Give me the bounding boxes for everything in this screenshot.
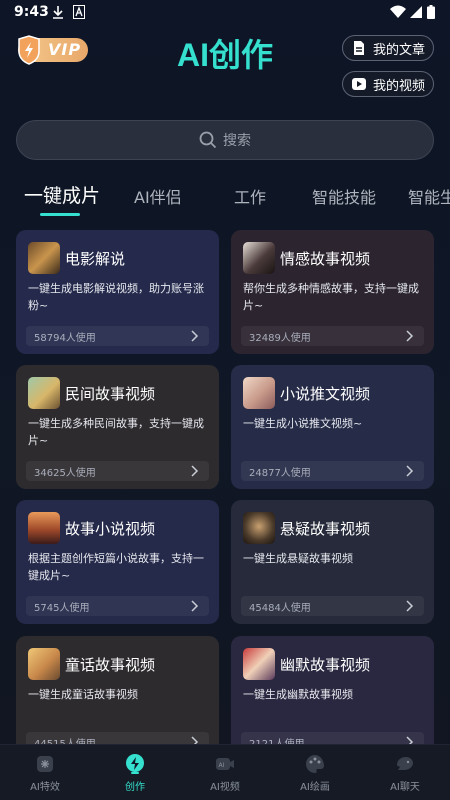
nav-label: AI聊天 <box>390 782 420 793</box>
magic-icon <box>37 756 53 772</box>
card-description: 根据主题创作短篇小说故事，支持一键成片~ <box>28 552 204 582</box>
card-title: 电影解说 <box>65 250 126 268</box>
card-description: 一键生成悬疑故事视频 <box>243 552 353 565</box>
card-humor-story[interactable]: 幽默故事视频 一键生成幽默故事视频 2121人使用 <box>231 636 434 760</box>
usage-count: 45484人使用 <box>249 603 311 614</box>
font-icon <box>73 5 85 19</box>
card-usage: 45484人使用 <box>241 596 424 616</box>
category-tabs: 一键成片 AI伴侣 工作 智能技能 智能生 <box>0 181 450 216</box>
search-placeholder: 搜索 <box>223 133 251 149</box>
card-suspense-story[interactable]: 悬疑故事视频 一键生成悬疑故事视频 45484人使用 <box>231 500 434 624</box>
my-videos-label: 我的视频 <box>373 78 426 94</box>
chat-bird-icon <box>397 757 413 770</box>
card-short-novel[interactable]: 故事小说视频 根据主题创作短篇小说故事，支持一键成片~ 5745人使用 <box>16 500 219 624</box>
screen: 9:43 VIP AI创作 我的文章 我的视频 搜索 一键成片 AI伴侣 工作 … <box>0 0 450 800</box>
usage-count: 34625人使用 <box>34 468 96 479</box>
chevron-right-icon <box>191 600 199 612</box>
status-bar: 9:43 <box>0 0 450 24</box>
palette-icon <box>306 755 324 773</box>
card-title: 民间故事视频 <box>65 385 156 403</box>
nav-ai-paint[interactable]: AI绘画 <box>270 753 360 793</box>
card-thumbnail <box>28 512 60 544</box>
tab-one-click[interactable]: 一键成片 <box>24 181 100 208</box>
nav-ai-chat[interactable]: AI聊天 <box>360 753 450 793</box>
document-icon <box>354 41 364 55</box>
tab-ai-companion[interactable]: AI伴侣 <box>134 184 182 208</box>
battery-icon <box>427 5 435 19</box>
usage-count: 24877人使用 <box>249 468 311 479</box>
card-title: 悬疑故事视频 <box>280 520 371 538</box>
card-usage: 58794人使用 <box>26 326 209 346</box>
nav-label: AI特效 <box>30 782 60 793</box>
card-thumbnail <box>243 242 275 274</box>
card-movie-commentary[interactable]: 电影解说 一键生成电影解说视频，助力账号涨粉~ 58794人使用 <box>16 230 219 354</box>
usage-count: 5745人使用 <box>34 603 90 614</box>
card-title: 情感故事视频 <box>280 250 371 268</box>
chevron-right-icon <box>406 330 414 342</box>
search-icon <box>199 131 217 149</box>
card-usage: 32489人使用 <box>241 326 424 346</box>
nav-label: AI绘画 <box>300 782 330 793</box>
card-title: 幽默故事视频 <box>280 656 371 674</box>
card-description: 一键生成小说推文视频~ <box>243 417 363 430</box>
lightning-icon <box>126 754 144 774</box>
play-icon <box>352 78 366 90</box>
card-usage: 34625人使用 <box>26 461 209 481</box>
card-novel-promo[interactable]: 小说推文视频 一键生成小说推文视频~ 24877人使用 <box>231 365 434 489</box>
card-title: 故事小说视频 <box>65 520 156 538</box>
card-thumbnail <box>243 648 275 680</box>
video-icon: AI <box>216 758 234 770</box>
active-tab-indicator <box>40 213 80 216</box>
card-description: 一键生成幽默故事视频 <box>243 688 353 701</box>
tab-work[interactable]: 工作 <box>234 184 266 208</box>
chevron-right-icon <box>191 330 199 342</box>
bottom-nav: AI特效 创作 AI AI视频 AI绘画 AI聊天 <box>0 744 450 800</box>
card-description: 一键生成多种民间故事，支持一键成片~ <box>28 417 204 447</box>
card-thumbnail <box>243 512 275 544</box>
svg-text:AI: AI <box>219 762 225 769</box>
nav-ai-video[interactable]: AI AI视频 <box>180 753 270 793</box>
tab-smart-skills[interactable]: 智能技能 <box>312 184 376 208</box>
my-articles-label: 我的文章 <box>373 42 426 58</box>
card-description: 一键生成电影解说视频，助力账号涨粉~ <box>28 282 204 312</box>
card-usage: 5745人使用 <box>26 596 209 616</box>
card-thumbnail <box>28 377 60 409</box>
card-folk-story[interactable]: 民间故事视频 一键生成多种民间故事，支持一键成片~ 34625人使用 <box>16 365 219 489</box>
card-fairy-tale[interactable]: 童话故事视频 一键生成童话故事视频 44515人使用 <box>16 636 219 760</box>
my-articles-button[interactable]: 我的文章 <box>342 35 434 61</box>
signal-icon <box>410 6 422 18</box>
nav-create[interactable]: 创作 <box>90 753 180 793</box>
card-description: 一键生成童话故事视频 <box>28 688 138 701</box>
my-videos-button[interactable]: 我的视频 <box>342 71 434 97</box>
usage-count: 32489人使用 <box>249 333 311 344</box>
card-emotional-story[interactable]: 情感故事视频 帮你生成多种情感故事，支持一键成片~ 32489人使用 <box>231 230 434 354</box>
card-thumbnail <box>28 648 60 680</box>
card-thumbnail <box>28 242 60 274</box>
card-description: 帮你生成多种情感故事，支持一键成片~ <box>243 282 419 312</box>
nav-label: AI视频 <box>210 782 240 793</box>
nav-ai-effects[interactable]: AI特效 <box>0 753 90 793</box>
wifi-icon <box>390 5 406 18</box>
chevron-right-icon <box>191 465 199 477</box>
search-input[interactable]: 搜索 <box>16 120 434 160</box>
nav-label: 创作 <box>125 782 145 793</box>
tab-smart-gen[interactable]: 智能生 <box>408 184 450 208</box>
status-time: 9:43 <box>14 4 49 20</box>
card-title: 童话故事视频 <box>65 656 156 674</box>
card-usage: 24877人使用 <box>241 461 424 481</box>
chevron-right-icon <box>406 600 414 612</box>
card-title: 小说推文视频 <box>280 385 371 403</box>
card-thumbnail <box>243 377 275 409</box>
download-icon <box>53 6 63 19</box>
usage-count: 58794人使用 <box>34 333 96 344</box>
chevron-right-icon <box>406 465 414 477</box>
